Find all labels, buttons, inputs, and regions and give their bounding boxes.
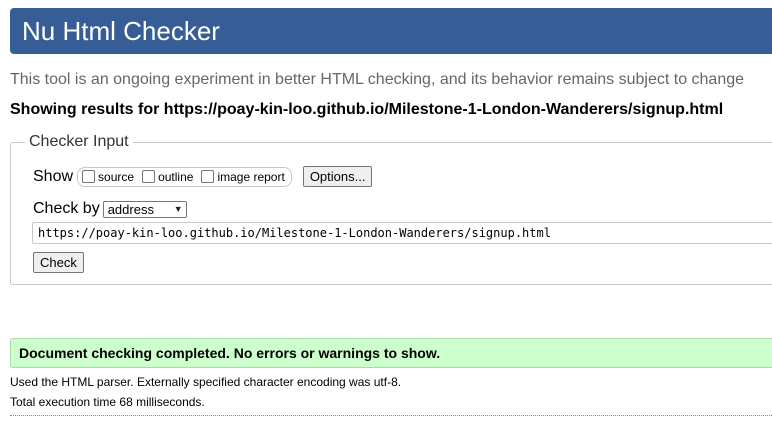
check-button[interactable]: Check [33,252,84,273]
show-options-group: source outline image report [77,166,292,187]
show-image-report-option[interactable]: image report [201,170,285,184]
checker-input-legend: Checker Input [29,133,129,150]
page-header: Nu Html Checker [10,8,772,54]
show-row: Show source outline image report Options… [33,166,373,187]
url-input[interactable]: https://poay-kin-loo.github.io/Milestone… [32,222,772,244]
source-checkbox-label[interactable]: source [98,170,134,184]
image-report-checkbox[interactable] [201,170,215,183]
page-title: Nu Html Checker [22,16,220,46]
check-by-select[interactable]: address ▼ [102,200,187,218]
options-button[interactable]: Options... [302,166,373,187]
show-outline-option[interactable]: outline [142,170,193,184]
show-label: Show [33,167,74,185]
check-by-label: Check by [33,200,100,217]
outline-checkbox-label[interactable]: outline [158,170,193,184]
showing-results-heading: Showing results for https://poay-kin-loo… [10,101,724,118]
success-message: Document checking completed. No errors o… [19,345,441,361]
show-source-option[interactable]: source [82,170,134,184]
image-report-checkbox-label[interactable]: image report [217,170,284,184]
tagline: This tool is an ongoing experiment in be… [10,71,745,88]
check-by-selected-value[interactable]: address [108,202,154,217]
parser-info: Used the HTML parser. Externally specifi… [10,375,402,389]
source-checkbox[interactable] [82,170,96,183]
check-by-row: Check by address ▼ [33,200,187,218]
success-message-box: Document checking completed. No errors o… [10,338,772,368]
chevron-down-icon[interactable]: ▼ [174,204,183,214]
execution-time-info: Total execution time 68 milliseconds. [10,395,205,409]
outline-checkbox[interactable] [142,170,156,183]
divider [10,415,772,416]
